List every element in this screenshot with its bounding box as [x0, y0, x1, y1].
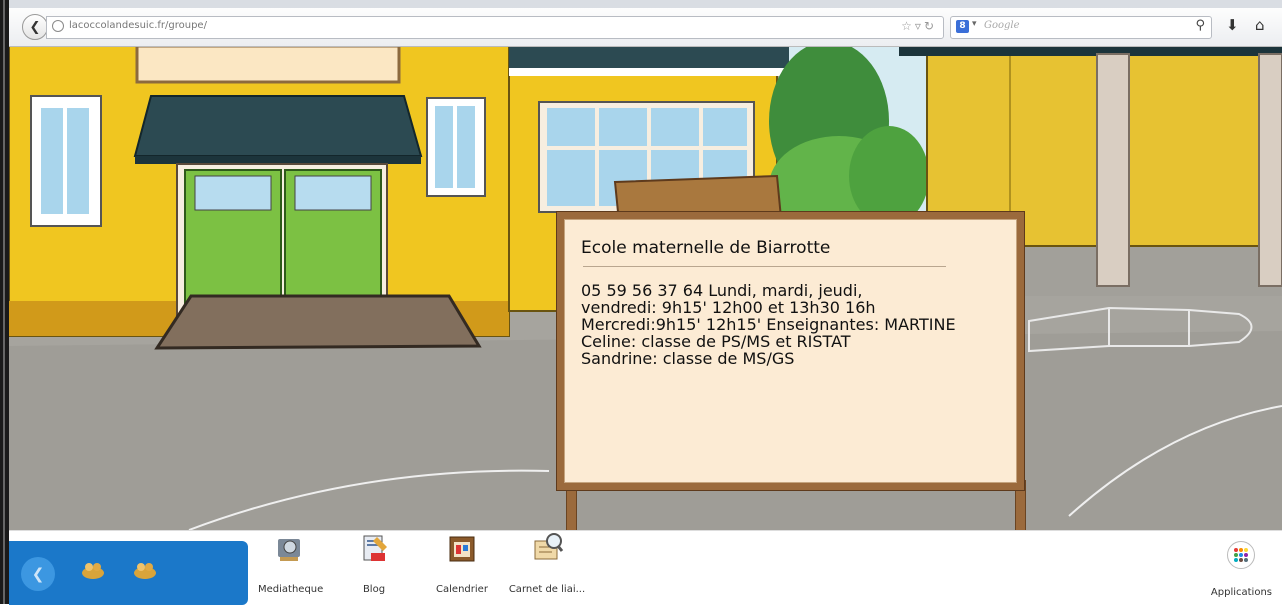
url-controls: ☆▿↻	[901, 19, 937, 33]
notebook-icon	[534, 533, 564, 560]
notice-line: 05 59 56 37 64 Lundi, mardi, jeudi,	[581, 281, 863, 300]
browser-frame-top	[9, 0, 1282, 8]
taskbar-item-blog[interactable]: Blog	[356, 531, 392, 595]
collapse-button[interactable]: ❮	[21, 557, 55, 591]
dropdown-icon[interactable]: ▿	[915, 19, 924, 33]
bottom-taskbar: ❮ Mediatheque Blog Calendrier Carnet de …	[0, 530, 1282, 605]
search-bar[interactable]: 8 ▾ Google ⚲	[950, 16, 1212, 39]
back-arrow-icon: ❮	[29, 19, 41, 35]
notice-divider	[583, 266, 946, 267]
search-placeholder: Google	[984, 20, 1020, 31]
apps-grid-icon	[1227, 541, 1256, 569]
group-avatar-icon[interactable]	[81, 561, 105, 579]
download-icon[interactable]: ⬇	[1226, 16, 1239, 34]
group-switcher-panel: ❮	[9, 541, 248, 605]
applications-button[interactable]: Applications	[1211, 541, 1272, 598]
globe-icon	[52, 20, 64, 32]
notice-line: vendredi: 9h15' 12h00 et 13h30 16h	[581, 298, 876, 317]
media-library-icon	[278, 539, 300, 561]
blog-icon	[363, 535, 387, 561]
applications-label: Applications	[1210, 587, 1272, 598]
notice-line: Celine: classe de PS/MS et RISTAT	[581, 332, 851, 351]
notice-board: Ecole maternelle de Biarrotte 05 59 56 3…	[556, 211, 1025, 491]
taskbar-item-label: Carnet de liai...	[508, 584, 586, 595]
taskbar-item-carnet[interactable]: Carnet de liai...	[505, 531, 589, 595]
reload-icon[interactable]: ↻	[924, 19, 937, 33]
back-button[interactable]: ❮	[22, 14, 48, 40]
home-icon[interactable]: ⌂	[1255, 16, 1265, 34]
taskbar-item-mediatheque[interactable]: Mediatheque	[258, 531, 324, 595]
taskbar-item-label: Calendrier	[436, 584, 488, 595]
taskbar-item-label: Blog	[362, 584, 386, 595]
taskbar-item-calendrier[interactable]: Calendrier	[432, 531, 492, 595]
group-avatar-icon[interactable]	[133, 561, 157, 579]
notice-body: 05 59 56 37 64 Lundi, mardi, jeudi, vend…	[581, 282, 1001, 367]
search-engine-dropdown-icon[interactable]: ▾	[972, 19, 977, 29]
window-left-edge	[0, 0, 9, 604]
google-logo-icon[interactable]: 8	[956, 20, 969, 33]
bookmark-star-icon[interactable]: ☆	[901, 19, 915, 33]
notice-title: Ecole maternelle de Biarrotte	[581, 238, 831, 258]
notice-line: Mercredi:9h15' 12h15' Enseignantes: MART…	[581, 315, 956, 334]
notice-line: Sandrine: classe de MS/GS	[581, 349, 795, 368]
search-icon[interactable]: ⚲	[1195, 18, 1205, 33]
url-bar[interactable]: lacoccolandesuic.fr/groupe/ ☆▿↻	[46, 16, 944, 39]
chevron-left-icon: ❮	[31, 565, 45, 583]
notice-board-paper: Ecole maternelle de Biarrotte 05 59 56 3…	[564, 219, 1017, 483]
taskbar-item-label: Mediatheque	[258, 584, 324, 595]
url-text: lacoccolandesuic.fr/groupe/	[69, 20, 207, 31]
calendar-icon	[449, 536, 475, 562]
